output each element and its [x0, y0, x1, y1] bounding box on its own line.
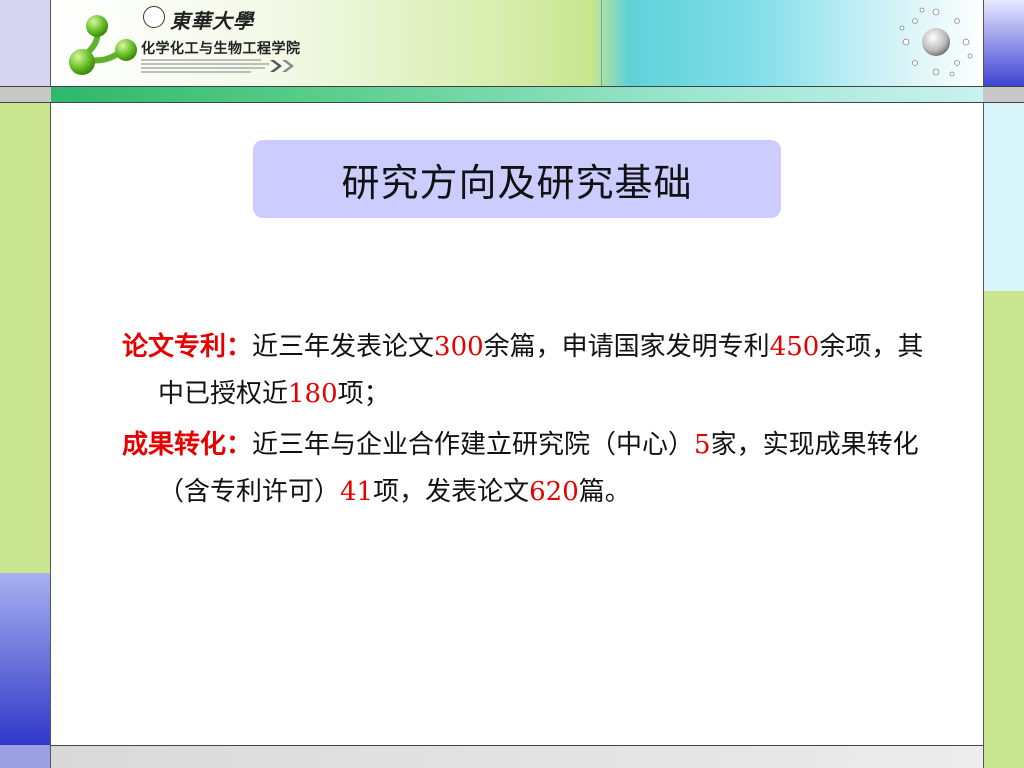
- right-strip-top: [983, 0, 1024, 88]
- header-divider: [601, 0, 602, 86]
- right-strip-bottom: [983, 745, 1024, 768]
- university-name: 東華大學: [170, 9, 254, 33]
- college-logo-icon: [69, 15, 137, 75]
- right-strip-cyan: [983, 103, 1024, 291]
- paragraph-text: 余篇，申请国家发明专利: [483, 332, 770, 362]
- paragraph-label: 成果转化：: [122, 430, 253, 460]
- content-paragraph: 成果转化：近三年与企业合作建立研究院（中心）5家，实现成果转化（含专利许可）41…: [122, 422, 932, 516]
- left-strip-top: [0, 0, 51, 88]
- double-chevron-icon: [270, 60, 294, 72]
- content-paragraph: 论文专利：近三年发表论文300余篇，申请国家发明专利450余项，其中已授权近18…: [122, 324, 932, 418]
- college-name: 化学化工与生物工程学院: [141, 41, 301, 57]
- highlighted-number: 41: [340, 477, 374, 507]
- paragraph-text: 近三年与企业合作建立研究院（中心）: [252, 430, 695, 460]
- left-strip-bottom: [0, 745, 51, 768]
- paragraph-text: 项，发表论文: [373, 477, 530, 507]
- highlighted-number: 450: [769, 332, 820, 362]
- slide-title: 研究方向及研究基础: [341, 160, 693, 205]
- slide-title-box: 研究方向及研究基础: [253, 140, 781, 218]
- header-bar: [0, 86, 1024, 103]
- highlighted-number: 5: [694, 430, 711, 460]
- highlighted-number: 620: [529, 477, 579, 507]
- paragraph-text: 近三年发表论文: [252, 332, 435, 362]
- sparkle-decoration-icon: [899, 7, 973, 77]
- paragraph-text: 项；: [337, 379, 390, 409]
- paragraph-text: 篇。: [578, 477, 631, 507]
- logo-fineprint-texture: [141, 59, 269, 73]
- footer-bar: [0, 745, 1024, 768]
- left-strip-blue: [0, 573, 51, 745]
- university-emblem-icon: [143, 6, 165, 28]
- content-body: 论文专利：近三年发表论文300余篇，申请国家发明专利450余项，其中已授权近18…: [122, 324, 932, 520]
- highlighted-number: 180: [288, 379, 338, 409]
- left-strip-green: [0, 103, 51, 573]
- paragraph-label: 论文专利：: [122, 332, 253, 362]
- highlighted-number: 300: [434, 332, 484, 362]
- right-strip-green: [983, 291, 1024, 745]
